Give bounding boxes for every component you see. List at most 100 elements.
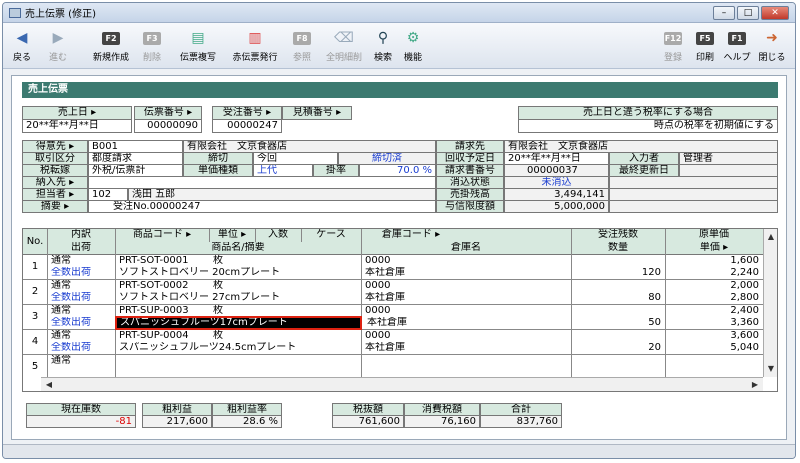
- reference-button[interactable]: F8 参照: [287, 26, 317, 63]
- grid-cell-wh-code[interactable]: 0000: [362, 255, 462, 267]
- sales-date-label: 売上日 ▸: [22, 106, 132, 120]
- scroll-left-icon[interactable]: ◀: [43, 379, 55, 391]
- grid-cell-cost[interactable]: 2,000: [666, 280, 762, 292]
- tools-icon: ⚙: [406, 30, 420, 46]
- grid-row-number: 4: [31, 336, 39, 347]
- grid-cell-wh-name: 本社倉庫: [365, 292, 405, 303]
- grid-cell-code[interactable]: PRT-SUP-0004: [116, 330, 208, 342]
- credit-limit-field: 5,000,000: [504, 200, 609, 213]
- functions-button[interactable]: ⚙ 機能: [399, 26, 427, 63]
- grid-header-code: 商品コード ▸: [132, 229, 192, 240]
- grid-header-case: ケース: [316, 229, 346, 240]
- grid-cell-unit[interactable]: 枚: [210, 330, 254, 342]
- maximize-button[interactable]: □: [737, 6, 759, 20]
- grid-row-number: 5: [31, 361, 39, 372]
- sales-date-field[interactable]: 20**年**月**日: [22, 119, 132, 133]
- grid-cell-wh-code[interactable]: 0000: [362, 280, 462, 292]
- register-button[interactable]: F12 登録: [659, 26, 687, 63]
- section-title: 売上伝票: [22, 82, 778, 98]
- grid-row-number: 1: [31, 261, 39, 272]
- grid-cell-name[interactable]: ソフトストロベリー 27cmプレート: [116, 292, 360, 304]
- forward-button[interactable]: ▶ 進む: [43, 26, 73, 63]
- grid-header-wh-code: 倉庫コード ▸: [381, 229, 441, 240]
- f5-key-icon: F5: [696, 31, 714, 45]
- grid-cell-price[interactable]: 5,040: [666, 342, 762, 354]
- grid-cell-type[interactable]: 通常: [48, 330, 114, 342]
- slip-no-field[interactable]: 00000090: [134, 119, 202, 133]
- f1-key-icon: F1: [728, 31, 746, 45]
- grid-header-wh-name: 倉庫名: [451, 242, 481, 253]
- grid-header-name: 商品名/摘要: [211, 242, 265, 253]
- exit-icon: ➜: [766, 30, 778, 46]
- grid-cell-type[interactable]: 通常: [48, 255, 114, 267]
- grid-cell-type[interactable]: 通常: [48, 355, 114, 367]
- grid-cell-ship[interactable]: 全数出荷: [48, 292, 114, 304]
- grid-cell-unit[interactable]: 枚: [210, 255, 254, 267]
- copy-icon: ▤: [191, 30, 205, 46]
- search-icon: ⚲: [377, 30, 389, 46]
- toolbar: ◀ 戻る ▶ 進む F2 新規作成 F3 削除 ▤ 伝票複写 ▥ 赤伝票発行 F8 参照 ⌫ 全…: [3, 23, 795, 69]
- search-button[interactable]: ⚲ 検索: [369, 26, 397, 63]
- grid-cell-qty[interactable]: 80: [572, 292, 664, 304]
- grid-cell-code[interactable]: PRT-SOT-0002: [116, 280, 208, 292]
- grid-cell-ship[interactable]: 全数出荷: [48, 342, 114, 354]
- close-window-button[interactable]: ✕: [761, 6, 789, 20]
- red-slip-button[interactable]: ▥ 赤伝票発行: [227, 26, 283, 63]
- grid-cell-cost[interactable]: 2,400: [666, 305, 762, 317]
- grid-cell-qty[interactable]: 50: [572, 317, 664, 329]
- gross-profit-value: 217,600: [142, 415, 212, 428]
- tax-rate-option-field[interactable]: 時点の税率を初期値にする: [518, 119, 778, 133]
- grid-cell-price[interactable]: 2,800: [666, 292, 762, 304]
- tax-amount-value: 76,160: [404, 415, 480, 428]
- summary-field[interactable]: 受注No.00000247: [88, 200, 436, 213]
- grid-cell-price[interactable]: 3,360: [666, 317, 762, 329]
- grid-cell-qty[interactable]: 20: [572, 342, 664, 354]
- credit-limit-label: 与信限度額: [436, 200, 504, 213]
- stock-value: -81: [26, 415, 136, 428]
- pretax-value: 761,600: [332, 415, 404, 428]
- grid-header-order-rem: 受注残数: [598, 229, 638, 240]
- grid-cell-name[interactable]: スパニッシュフルーツ24.5cmプレート: [116, 342, 360, 354]
- grid-header-no: No.: [26, 236, 44, 247]
- grid-horizontal-scrollbar[interactable]: ◀ ▶: [41, 377, 763, 391]
- summary-label: 摘要 ▸: [22, 200, 88, 213]
- grid-cell-code[interactable]: PRT-SOT-0001: [116, 255, 208, 267]
- exit-button[interactable]: ➜ 閉じる: [755, 26, 789, 63]
- f12-key-icon: F12: [664, 31, 682, 45]
- grid-cell-name-selected[interactable]: スパニッシュフルーツ17cmプレート: [115, 316, 362, 330]
- minimize-button[interactable]: –: [713, 6, 735, 20]
- grid-cell-type[interactable]: 通常: [48, 305, 114, 317]
- grid-row-number: 2: [31, 286, 39, 297]
- grid-cell-unit[interactable]: 枚: [210, 280, 254, 292]
- scroll-up-icon[interactable]: ▲: [765, 231, 777, 243]
- scroll-down-icon[interactable]: ▼: [765, 363, 777, 375]
- grid-header-qty: 入数: [268, 229, 288, 240]
- order-no-field[interactable]: 00000247: [212, 119, 282, 133]
- scroll-right-icon[interactable]: ▶: [749, 379, 761, 391]
- main-content: 売上伝票 売上日 ▸ 20**年**月**日 伝票番号 ▸ 00000090 受…: [11, 75, 787, 440]
- eraser-icon: ⌫: [334, 30, 354, 46]
- new-button[interactable]: F2 新規作成: [87, 26, 135, 63]
- grid-cell-wh-code[interactable]: 0000: [362, 330, 462, 342]
- print-button[interactable]: F5 印刷: [691, 26, 719, 63]
- slip-no-label: 伝票番号 ▸: [134, 106, 202, 120]
- grid-cell-ship[interactable]: 全数出荷: [48, 267, 114, 279]
- grid-vertical-scrollbar[interactable]: ▲ ▼: [763, 229, 777, 377]
- grid-cell-price[interactable]: 2,240: [666, 267, 762, 279]
- grid-cell-qty[interactable]: 120: [572, 267, 664, 279]
- delete-button[interactable]: F3 削除: [137, 26, 167, 63]
- help-button[interactable]: F1 ヘルプ: [721, 26, 753, 63]
- order-no-label: 受注番号 ▸: [212, 106, 282, 120]
- f3-key-icon: F3: [143, 31, 161, 45]
- delete-all-lines-button[interactable]: ⌫ 全明細削: [319, 26, 369, 63]
- grid-cell-wh-code[interactable]: 0000: [362, 305, 462, 317]
- back-arrow-icon: ◀: [16, 30, 28, 46]
- grid-cell-type[interactable]: 通常: [48, 280, 114, 292]
- grid-cell-wh-name: 本社倉庫: [365, 267, 405, 278]
- grid-cell-cost[interactable]: 3,600: [666, 330, 762, 342]
- grid-cell-name[interactable]: ソフトストロベリー 20cmプレート: [116, 267, 360, 279]
- grid-cell-ship[interactable]: 全数出荷: [48, 317, 114, 329]
- copy-slip-button[interactable]: ▤ 伝票複写: [175, 26, 221, 63]
- grid-cell-cost[interactable]: 1,600: [666, 255, 762, 267]
- back-button[interactable]: ◀ 戻る: [7, 26, 37, 63]
